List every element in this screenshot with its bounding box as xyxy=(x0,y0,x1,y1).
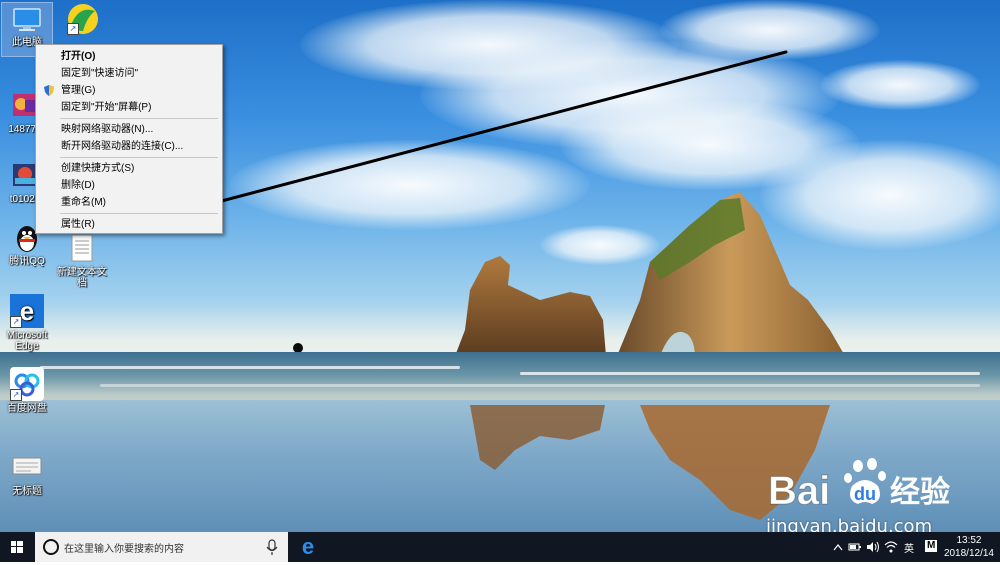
start-button[interactable] xyxy=(0,532,34,562)
shortcut-arrow-icon: ↗ xyxy=(10,316,22,328)
edge-icon: e xyxy=(302,534,314,559)
svg-text:经验: 经验 xyxy=(890,475,950,510)
desktop-icon-untitled[interactable]: 无标题 xyxy=(2,452,52,497)
ime-mode-indicator[interactable]: M xyxy=(925,540,938,552)
menu-item-rename[interactable]: 重命名(M) xyxy=(36,194,222,211)
desktop-icon-new-text[interactable]: 新建文本文档 xyxy=(57,233,107,289)
desktop-icon-edge[interactable]: e ↗ Microsoft Edge xyxy=(2,294,52,352)
desktop-icon-label: Microsoft Edge xyxy=(6,330,48,352)
baidu-paw-logo: Bai du 经验 xyxy=(768,458,950,514)
battery-icon[interactable] xyxy=(848,532,862,562)
taskbar-search-box[interactable]: 在这里输入你要搜索的内容 xyxy=(35,532,288,562)
clock-time: 13:52 xyxy=(956,535,982,546)
system-tray: 英 M xyxy=(832,532,942,562)
ime-language-indicator[interactable]: 英 xyxy=(904,540,914,555)
menu-item-label: 管理(G) xyxy=(61,85,96,96)
text-document-icon xyxy=(66,233,98,265)
menu-item-pin-start[interactable]: 固定到"开始"屏幕(P) xyxy=(36,99,222,116)
menu-separator xyxy=(60,213,218,214)
desktop-icon-label: 新建文本文档 xyxy=(57,267,107,289)
shortcut-arrow-icon: ↗ xyxy=(67,23,79,35)
desktop-icon-label: 百度网盘 xyxy=(7,403,47,414)
desktop-icon-label: 腾讯QQ xyxy=(9,256,45,267)
cortana-circle-icon xyxy=(43,539,59,555)
context-menu: 打开(O) 固定到"快速访问" 管理(G) 固定到"开始"屏幕(P) 映射网络驱… xyxy=(35,44,223,234)
menu-item-create-shortcut[interactable]: 创建快捷方式(S) xyxy=(36,160,222,177)
windows-logo-icon xyxy=(11,541,23,553)
this-pc-icon xyxy=(11,3,43,35)
menu-item-open[interactable]: 打开(O) xyxy=(36,48,222,65)
document-icon xyxy=(11,452,43,484)
desktop-icon-app[interactable]: ↗ xyxy=(58,3,108,43)
svg-text:Bai: Bai xyxy=(768,469,830,513)
taskbar-edge-app[interactable]: e xyxy=(292,532,324,562)
taskbar: 在这里输入你要搜索的内容 e 英 M 13:52 2018/12/14 xyxy=(0,532,1000,562)
menu-item-delete[interactable]: 删除(D) xyxy=(36,177,222,194)
menu-item-map-drive[interactable]: 映射网络驱动器(N)... xyxy=(36,121,222,138)
search-placeholder: 在这里输入你要搜索的内容 xyxy=(64,544,184,555)
menu-item-properties[interactable]: 属性(R) xyxy=(36,216,222,233)
menu-separator xyxy=(60,118,218,119)
svg-text:e: e xyxy=(302,534,314,559)
microphone-icon[interactable] xyxy=(266,532,278,562)
desktop-icon-baidu-netdisk[interactable]: ↗ 百度网盘 xyxy=(2,367,52,417)
menu-item-manage[interactable]: 管理(G) xyxy=(36,82,222,99)
desktop-icon-label: 无标题 xyxy=(12,486,42,497)
show-hidden-icons-chevron-icon[interactable] xyxy=(832,532,844,562)
green-yellow-app-icon: ↗ xyxy=(67,3,99,35)
uac-shield-icon xyxy=(44,85,54,96)
wifi-icon[interactable] xyxy=(884,532,898,562)
taskbar-clock[interactable]: 13:52 2018/12/14 xyxy=(944,534,994,560)
baidu-jingyan-watermark: Bai du 经验 jingyan.baidu.com xyxy=(766,456,956,532)
menu-item-pin-quick-access[interactable]: 固定到"快速访问" xyxy=(36,65,222,82)
menu-item-disconnect-drive[interactable]: 断开网络驱动器的连接(C)... xyxy=(36,138,222,155)
edge-icon: e ↗ xyxy=(10,294,44,328)
baidu-netdisk-icon: ↗ xyxy=(10,367,44,401)
shortcut-arrow-icon: ↗ xyxy=(10,389,22,401)
volume-icon[interactable] xyxy=(866,532,880,562)
menu-separator xyxy=(60,157,218,158)
clock-date: 2018/12/14 xyxy=(943,548,994,559)
svg-text:du: du xyxy=(854,484,876,504)
watermark-url: jingyan.baidu.com xyxy=(766,516,933,532)
